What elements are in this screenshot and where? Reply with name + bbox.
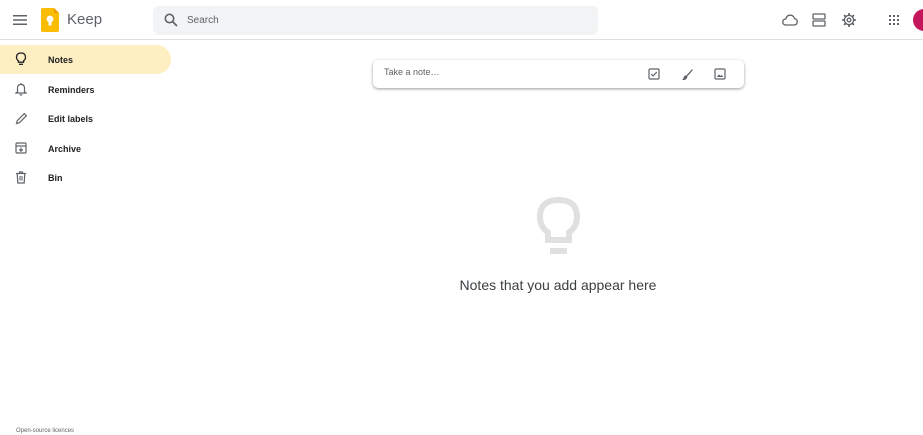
take-a-note-input[interactable]: Take a note… xyxy=(384,67,440,77)
take-a-note-bar[interactable]: Take a note… xyxy=(373,60,744,88)
search-icon[interactable] xyxy=(164,13,178,27)
lightbulb-icon xyxy=(536,196,581,254)
keep-logo-icon[interactable] xyxy=(41,8,59,32)
pencil-icon xyxy=(14,111,28,125)
sidebar-item-notes[interactable]: Notes xyxy=(0,45,171,74)
new-drawing-button[interactable] xyxy=(679,66,695,82)
sidebar-item-label: Archive xyxy=(48,143,82,154)
sidebar-item-label: Notes xyxy=(48,54,74,65)
new-list-button[interactable] xyxy=(646,66,662,82)
empty-state-message: Notes that you add appear here xyxy=(459,277,657,293)
list-view-icon xyxy=(812,13,826,27)
settings-icon xyxy=(842,13,856,27)
sidebar-item-reminders[interactable]: Reminders xyxy=(0,75,171,104)
new-image-button[interactable] xyxy=(712,66,728,82)
app-title[interactable]: Keep xyxy=(67,11,102,28)
new-drawing-icon xyxy=(681,68,693,80)
lightbulb-icon xyxy=(14,52,28,66)
google-apps-button[interactable] xyxy=(884,10,904,30)
search-bar[interactable] xyxy=(153,6,598,35)
new-image-icon xyxy=(714,68,726,80)
settings-button[interactable] xyxy=(839,10,859,30)
avatar[interactable] xyxy=(913,9,923,31)
main-menu-button[interactable] xyxy=(8,8,32,32)
new-list-icon xyxy=(648,68,660,80)
trash-icon xyxy=(14,170,28,184)
apps-grid-icon xyxy=(889,15,899,25)
sidebar-item-label: Bin xyxy=(48,172,63,183)
archive-icon xyxy=(14,141,28,155)
menu-icon xyxy=(13,15,27,25)
sidebar-item-label: Reminders xyxy=(48,84,95,95)
sidebar-item-archive[interactable]: Archive xyxy=(0,134,171,163)
open-source-licences-link[interactable]: Open-source licences xyxy=(16,428,74,434)
list-view-button[interactable] xyxy=(809,10,829,30)
cloud-icon xyxy=(782,14,798,26)
top-bar: Keep xyxy=(0,0,923,40)
refresh-button[interactable] xyxy=(780,10,800,30)
sidebar-item-edit-labels[interactable]: Edit labels xyxy=(0,104,171,133)
bell-icon xyxy=(14,82,28,96)
sidebar-item-bin[interactable]: Bin xyxy=(0,163,171,192)
sidebar-item-label: Edit labels xyxy=(48,113,94,124)
search-input[interactable] xyxy=(187,10,587,30)
